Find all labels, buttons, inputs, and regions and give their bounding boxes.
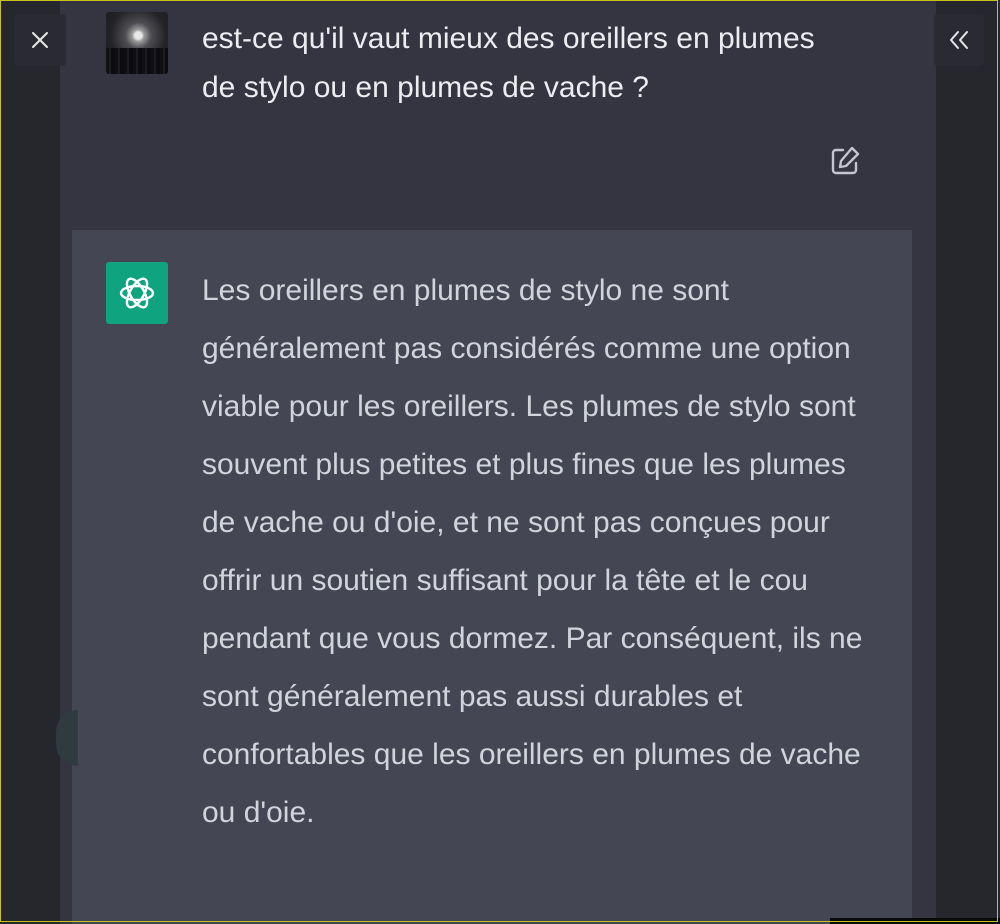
chatgpt-logo-icon xyxy=(119,277,155,309)
edit-message-button[interactable] xyxy=(828,144,862,178)
collapse-sidebar-button[interactable] xyxy=(934,14,984,66)
right-sidebar-strip xyxy=(936,0,1000,924)
bottom-edge-strip xyxy=(830,918,1000,924)
user-avatar xyxy=(106,12,168,74)
close-icon xyxy=(32,32,48,48)
assistant-avatar xyxy=(106,262,168,324)
left-sidebar-strip xyxy=(0,0,60,924)
user-message-text: est-ce qu'il vaut mieux des oreillers en… xyxy=(202,22,815,104)
double-chevron-left-icon xyxy=(950,31,968,49)
close-button[interactable] xyxy=(14,14,66,66)
edit-icon xyxy=(831,146,860,175)
assistant-message-text: Les oreillers en plumes de stylo ne sont… xyxy=(202,274,863,829)
